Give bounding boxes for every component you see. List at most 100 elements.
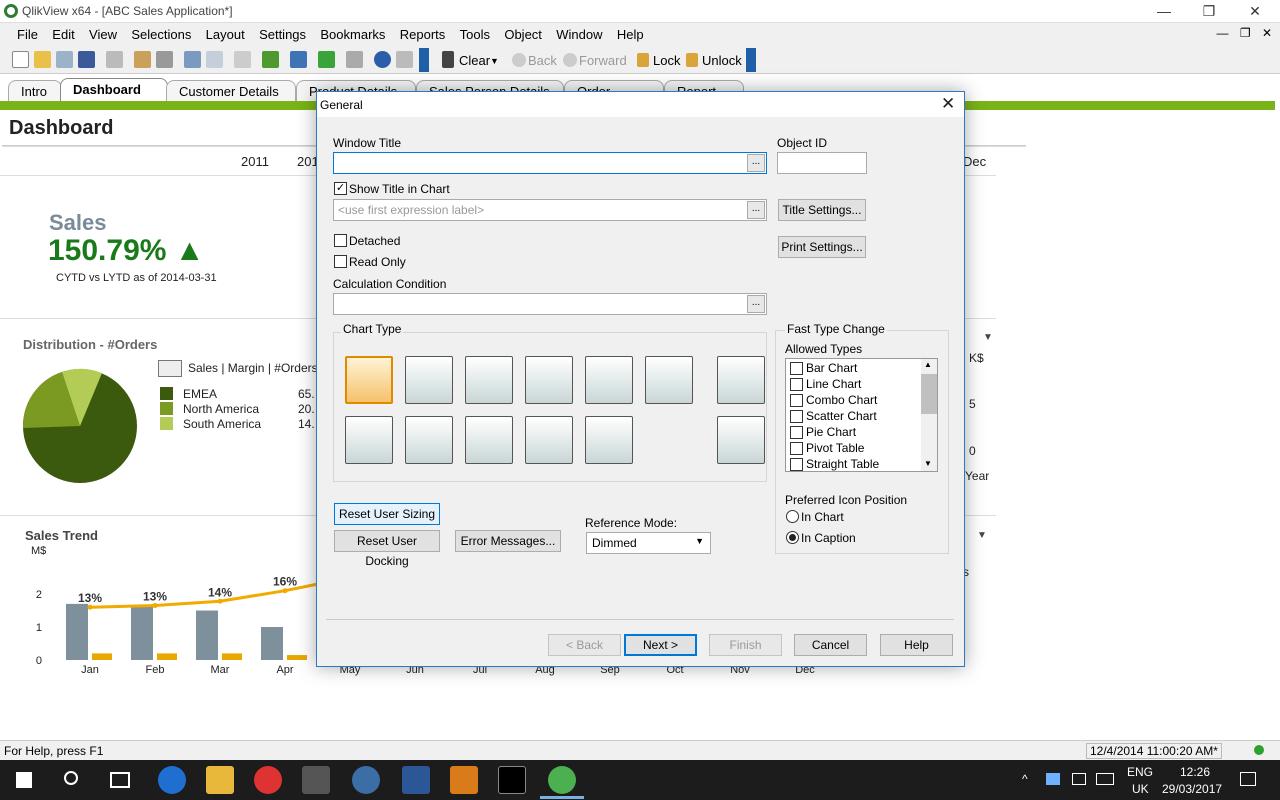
chevron-down-icon[interactable]: ▼ [983,332,993,343]
allowed-type-checkbox[interactable] [790,442,803,455]
chrome-icon[interactable] [254,766,282,794]
radar-chart-icon[interactable] [525,356,573,404]
file-explorer-icon[interactable] [206,766,234,794]
toolbar-grip-2[interactable] [746,48,756,72]
bar-chart-icon[interactable] [345,356,393,404]
finish-button[interactable]: Finish [709,634,782,656]
close-button[interactable]: ✕ [1232,0,1278,23]
store-icon[interactable] [302,766,330,794]
allowed-type-checkbox[interactable] [790,458,803,471]
menu-tools[interactable]: Tools [455,23,495,42]
qlikview-taskbar-icon[interactable] [548,766,576,794]
menu-help[interactable]: Help [612,23,649,42]
menu-window[interactable]: Window [551,23,607,42]
notifications-icon[interactable] [1240,772,1256,786]
menu-settings[interactable]: Settings [254,23,311,42]
minimize-button[interactable]: — [1141,0,1187,23]
print-icon[interactable] [106,51,123,68]
battery-icon[interactable] [1072,773,1086,785]
grid-chart-icon[interactable] [405,416,453,464]
chevron-up-icon[interactable]: ^ [1022,772,1028,786]
task-view-icon[interactable] [110,772,130,788]
measure-selector[interactable]: Sales | Margin | #Orders [188,361,318,375]
clock-time[interactable]: 12:26 [1180,765,1210,779]
restore-button[interactable]: ❐ [1186,0,1232,23]
scatter-chart-icon[interactable] [345,416,393,464]
menu-file[interactable]: File [12,23,43,42]
line-chart-icon[interactable] [405,356,453,404]
open-icon[interactable] [34,51,51,68]
month-dec[interactable]: Dec [963,154,986,169]
forward-button[interactable]: Forward [579,53,627,68]
clear-dropdown-icon[interactable]: ▼ [490,56,499,66]
pie-chart-icon[interactable] [465,416,513,464]
cancel-button[interactable]: Cancel [794,634,867,656]
undo-icon[interactable] [184,51,201,68]
menu-reports[interactable]: Reports [395,23,451,42]
error-messages-button[interactable]: Error Messages... [455,530,561,552]
help-button[interactable]: Help [880,634,953,656]
allowed-type-checkbox[interactable] [790,410,803,423]
read-only-checkbox[interactable] [334,255,347,268]
in-caption-radio[interactable] [786,531,799,544]
funnel-chart-icon[interactable] [525,416,573,464]
window-title-ellipsis-button[interactable]: ... [747,154,765,172]
pivot-table-icon[interactable] [717,356,765,404]
scrollbar-thumb[interactable] [921,374,937,414]
lock-button[interactable]: Lock [653,53,680,68]
mekko-chart-icon[interactable] [645,356,693,404]
gauge-chart-icon[interactable] [585,356,633,404]
clear-icon[interactable] [442,51,454,68]
context-help-icon[interactable] [396,51,413,68]
menu-bookmarks[interactable]: Bookmarks [315,23,390,42]
menu-view[interactable]: View [84,23,122,42]
dialog-close-icon[interactable]: ✕ [941,94,955,114]
reload-icon[interactable] [56,51,73,68]
combo-chart-icon[interactable] [465,356,513,404]
allowed-type-checkbox[interactable] [790,378,803,391]
title-settings-button[interactable]: Title Settings... [778,199,866,221]
word-icon[interactable] [402,766,430,794]
mdi-controls[interactable]: — ❐ ✕ [1217,26,1276,40]
clock-date[interactable]: 29/03/2017 [1162,782,1222,796]
detached-checkbox[interactable] [334,234,347,247]
unlock-button[interactable]: Unlock [702,53,742,68]
next-button[interactable]: Next > [624,634,697,656]
calc-condition-input[interactable] [333,293,767,315]
edit-script-icon[interactable] [134,51,151,68]
select-fields-icon[interactable] [262,51,279,68]
reload-data-icon[interactable] [156,51,173,68]
year-2011[interactable]: 2011 [241,154,269,169]
menu-layout[interactable]: Layout [201,23,250,42]
distribution-pie-chart[interactable] [22,368,142,486]
reset-user-sizing-button[interactable]: Reset User Sizing [334,503,440,525]
straight-table-icon[interactable] [717,416,765,464]
back-button[interactable]: Back [528,53,557,68]
new-icon[interactable] [12,51,29,68]
object-id-input[interactable] [777,152,867,174]
sublime-icon[interactable] [450,766,478,794]
block-chart-icon[interactable] [585,416,633,464]
keyboard-icon[interactable] [1096,773,1114,785]
edge-icon[interactable] [158,766,186,794]
scroll-up-icon[interactable]: ▲ [924,360,932,369]
chart-title-ellipsis-button[interactable]: ... [747,201,765,219]
start-icon[interactable] [16,772,32,788]
menu-selections[interactable]: Selections [126,23,196,42]
in-chart-radio[interactable] [786,510,799,523]
bookmark-icon[interactable] [318,51,335,68]
allowed-type-checkbox[interactable] [790,426,803,439]
print-settings-button[interactable]: Print Settings... [778,236,866,258]
tab-customer-details[interactable]: Customer Details [166,80,296,102]
back-button[interactable]: < Back [548,634,621,656]
toolbar-grip[interactable] [419,48,429,72]
save-icon[interactable] [78,51,95,68]
menu-edit[interactable]: Edit [47,23,79,42]
window-title-input[interactable] [333,152,767,174]
allowed-type-checkbox[interactable] [790,362,803,375]
show-title-checkbox[interactable]: ✓ [334,182,347,195]
edit-module-icon[interactable] [346,51,363,68]
app-icon[interactable] [352,766,380,794]
calc-condition-ellipsis-button[interactable]: ... [747,295,765,313]
reference-mode-select[interactable]: Dimmed ▼ [586,532,711,554]
